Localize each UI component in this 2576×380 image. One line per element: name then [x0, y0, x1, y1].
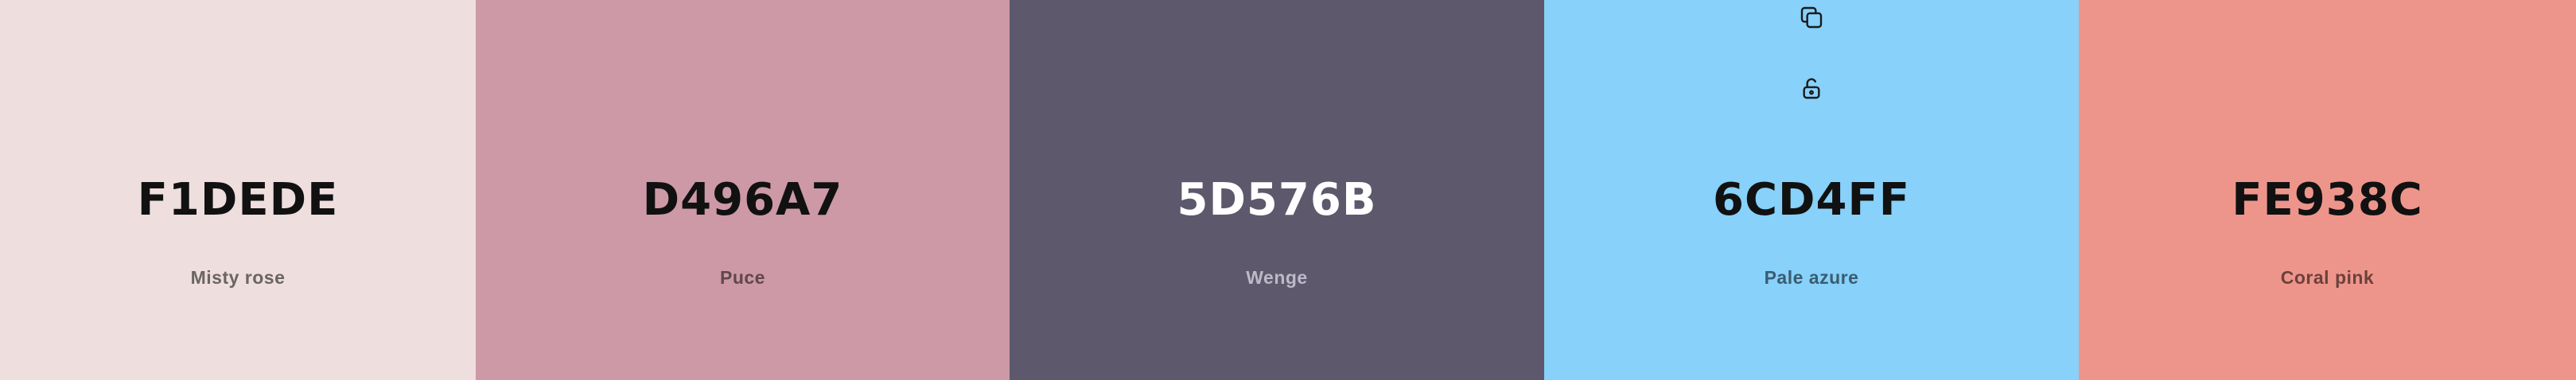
unlock-icon: [1803, 78, 1820, 99]
swatch-hex-code[interactable]: 6CD4FF: [1544, 178, 2079, 223]
swatch-color-name: Coral pink: [2280, 267, 2375, 288]
swatch-misty-rose[interactable]: F1DEDE Misty rose: [0, 0, 476, 380]
swatch-color-name: Puce: [720, 267, 765, 288]
swatch-pale-azure[interactable]: 6CD4FF Pale azure: [1544, 0, 2079, 380]
swatch-color-name: Pale azure: [1764, 267, 1859, 288]
swatch-hex-code[interactable]: 5D576B: [1010, 178, 1544, 223]
swatch-hex-code[interactable]: F1DEDE: [0, 178, 476, 223]
swatch-color-name: Wenge: [1246, 267, 1308, 288]
copy-button[interactable]: [1796, 2, 1827, 33]
color-palette: F1DEDE Misty rose D496A7 Puce 5D576B Wen…: [0, 0, 2576, 380]
swatch-hex-code[interactable]: D496A7: [476, 178, 1010, 223]
swatch-coral-pink[interactable]: FE938C Coral pink: [2079, 0, 2576, 380]
swatch-hex-code[interactable]: FE938C: [2079, 178, 2576, 223]
swatch-toolbar: [1544, 0, 2079, 111]
copy-icon: [1800, 6, 1823, 29]
swatch-color-name: Misty rose: [190, 267, 286, 288]
lock-toggle-button[interactable]: [1796, 72, 1827, 104]
swatch-wenge[interactable]: 5D576B Wenge: [1010, 0, 1544, 380]
swatch-puce[interactable]: D496A7 Puce: [476, 0, 1010, 380]
